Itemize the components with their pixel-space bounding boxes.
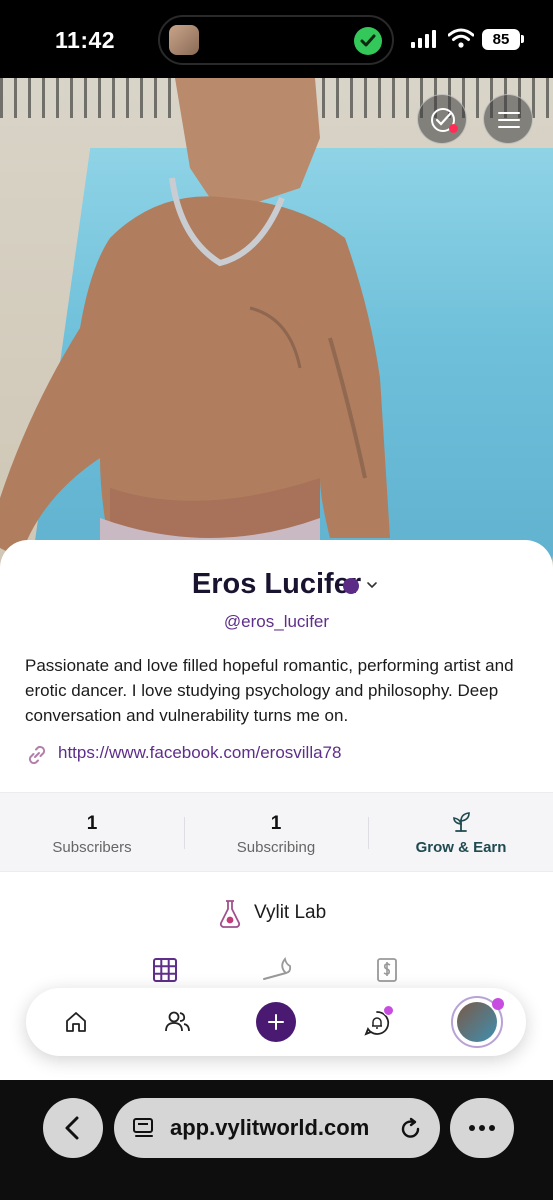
dollar-document-icon[interactable] <box>376 957 398 983</box>
verified-badge-icon <box>343 578 359 594</box>
profile-link-text[interactable]: https://www.facebook.com/erosvilla78 <box>58 743 341 763</box>
flame-icon[interactable] <box>262 957 292 983</box>
dynamic-island[interactable] <box>158 15 394 65</box>
menu-button[interactable] <box>483 94 533 144</box>
profile-name: Eros Lucifer <box>191 568 362 600</box>
home-icon <box>66 1012 86 1032</box>
grid-icon[interactable] <box>152 957 178 983</box>
checkmark-icon <box>354 27 382 55</box>
people-icon <box>165 1011 190 1032</box>
browser-back-button[interactable] <box>43 1098 103 1158</box>
menu-icon <box>498 112 520 128</box>
notification-dot <box>449 124 458 133</box>
stat-subscribers[interactable]: 1 Subscribers <box>0 793 184 873</box>
chevron-left-icon <box>65 1116 79 1140</box>
nav-people[interactable] <box>152 998 200 1046</box>
address-bar[interactable]: app.vylitworld.com <box>114 1098 440 1158</box>
grow-earn-button[interactable]: Grow & Earn <box>369 793 553 873</box>
name-row: Eros Lucifer <box>0 568 553 601</box>
dot <box>469 1125 475 1131</box>
vylit-lab-row[interactable]: Vylit Lab <box>0 897 553 931</box>
subscribers-count: 1 <box>86 813 98 834</box>
subscribing-count: 1 <box>270 813 282 834</box>
bottom-navigation <box>26 988 526 1056</box>
status-time: 11:42 <box>55 27 116 53</box>
battery-tip <box>521 35 524 43</box>
notification-dot <box>383 1005 394 1016</box>
wifi-icon <box>448 28 474 48</box>
cellular-signal-icon <box>411 30 436 48</box>
dot <box>489 1125 495 1131</box>
subscribing-label: Subscribing <box>236 839 316 856</box>
page-settings-icon <box>133 1118 153 1137</box>
profile-handle: @eros_lucifer <box>223 612 330 631</box>
chevron-down-icon[interactable] <box>365 578 379 592</box>
sprout-icon <box>453 812 470 832</box>
subscribers-label: Subscribers <box>52 839 132 856</box>
checkmark-circle-button[interactable] <box>417 94 467 144</box>
profile-bio: Passionate and love filled hopeful roman… <box>25 656 514 725</box>
nav-notifications[interactable] <box>352 998 400 1046</box>
nav-home[interactable] <box>52 998 100 1046</box>
status-bar: 11:42 85 <box>0 0 553 80</box>
browser-toolbar: app.vylitworld.com <box>0 1080 553 1200</box>
more-options-button[interactable] <box>450 1098 514 1158</box>
battery-indicator: 85 <box>482 29 520 50</box>
island-thumbnail <box>169 25 199 55</box>
avatar <box>457 1002 497 1042</box>
flask-icon <box>219 900 241 928</box>
create-post-button[interactable] <box>256 1002 296 1042</box>
plus-icon <box>268 1014 284 1030</box>
vylit-lab-label: Vylit Lab <box>254 902 327 923</box>
profile-cover-photo <box>0 78 553 578</box>
address-bar-url: app.vylitworld.com <box>170 1115 370 1140</box>
reload-icon[interactable] <box>398 1116 424 1142</box>
grow-earn-label: Grow & Earn <box>415 839 507 856</box>
dot <box>479 1125 485 1131</box>
cover-person-illustration <box>0 78 390 578</box>
stat-subscribing[interactable]: 1 Subscribing <box>184 793 368 873</box>
stats-bar: 1 Subscribers 1 Subscribing Grow & Earn <box>0 792 553 872</box>
link-icon <box>28 745 46 765</box>
avatar-notification-dot <box>492 998 504 1010</box>
